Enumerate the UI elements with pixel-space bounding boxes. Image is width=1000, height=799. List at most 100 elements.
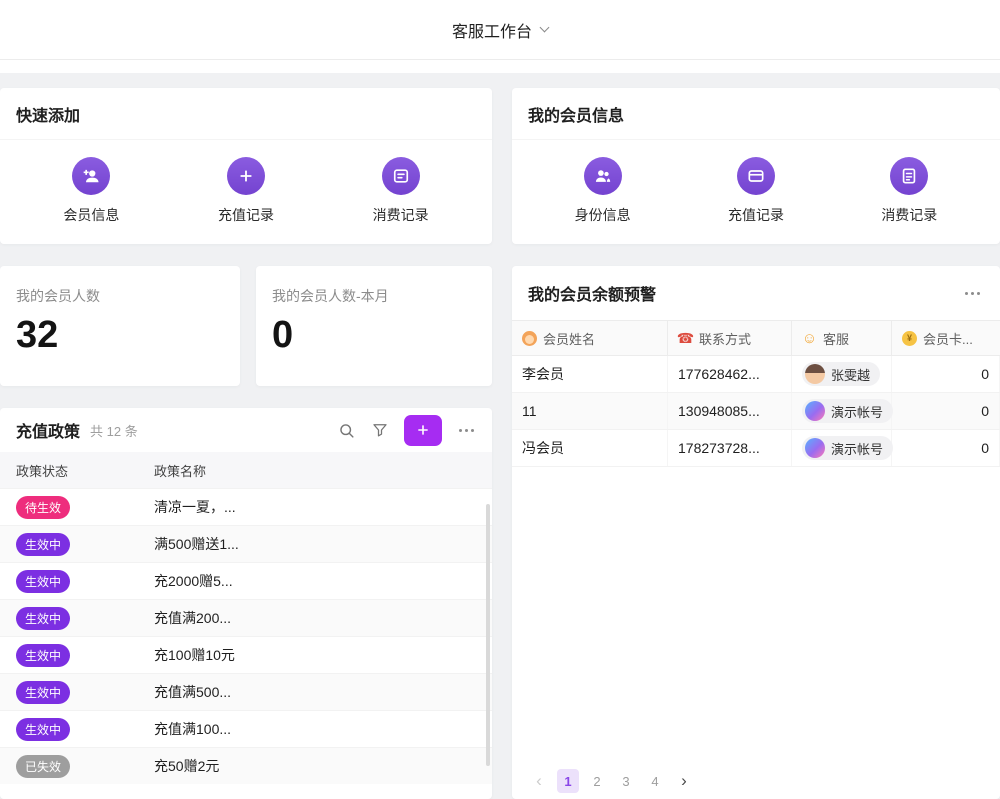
recharge-policy-card: 充值政策 共 12 条 [0,408,492,799]
status-badge: 待生效 [16,496,70,519]
column-header-contact[interactable]: ☎ 联系方式 [668,321,792,355]
balance-warning-card: 我的会员余额预警 会员姓名 ☎ 联系方式 ☺ 客服 ¥ 会员卡... 李会 [512,266,1000,799]
plus-icon [227,157,265,195]
column-header-agent[interactable]: ☺ 客服 [792,321,892,355]
avatar [805,438,825,458]
stat-card-member-count-month[interactable]: 我的会员人数-本月 0 [256,266,492,386]
action-label: 会员信息 [63,205,119,225]
status-badge: 已失效 [16,755,70,778]
member-name: 李会员 [512,356,668,392]
quick-add-member-info[interactable]: 会员信息 [31,157,151,225]
table-row[interactable]: 已失效 充50赠2元 [0,747,492,784]
column-label: 会员姓名 [543,329,595,348]
more-options-icon[interactable] [457,425,476,436]
agent-chip[interactable]: 演示帐号 [802,436,893,460]
balance-table-header: 会员姓名 ☎ 联系方式 ☺ 客服 ¥ 会员卡... [512,320,1000,356]
stat-label: 我的会员人数-本月 [256,266,492,306]
page-button-1[interactable]: 1 [557,769,579,793]
search-icon[interactable] [337,421,356,440]
smile-icon: ☺ [802,331,817,346]
balance-table-body: 李会员 177628462... 张雯越 0 11 130948085... 演… [512,356,1000,467]
identity-info-action[interactable]: 身份信息 [543,157,663,225]
table-row[interactable]: 生效中 充值满500... [0,673,492,710]
agent-cell: 演示帐号 [792,430,892,466]
stat-value: 0 [256,306,492,357]
action-label: 充值记录 [218,205,274,225]
policy-name: 充值满100... [154,719,492,739]
receipt-icon [382,157,420,195]
my-member-info-title: 我的会员信息 [512,88,1000,140]
vertical-scrollbar[interactable] [486,504,490,766]
table-row[interactable]: 11 130948085... 演示帐号 0 [512,393,1000,430]
status-badge: 生效中 [16,644,70,667]
policy-table-header: 政策状态 政策名称 [0,452,492,488]
quick-add-consume-record[interactable]: 消费记录 [341,157,461,225]
member-icon [522,331,537,346]
member-contact: 177628462... [668,356,792,392]
agent-chip[interactable]: 张雯越 [802,362,880,386]
filter-icon[interactable] [371,421,389,439]
column-label: 客服 [823,329,849,348]
status-badge: 生效中 [16,607,70,630]
member-name: 11 [512,393,668,429]
column-header-name[interactable]: 政策名称 [154,461,492,480]
table-row[interactable]: 生效中 充值满100... [0,710,492,747]
workbench-page: 客服工作台 快速添加 会员信息 [0,0,1000,799]
more-options-icon[interactable] [963,288,982,299]
recharge-record-action[interactable]: 充值记录 [696,157,816,225]
avatar [805,364,825,384]
status-badge: 生效中 [16,533,70,556]
quick-add-recharge-record[interactable]: 充值记录 [186,157,306,225]
column-header-status[interactable]: 政策状态 [0,461,154,480]
header-substrip [0,60,1000,73]
agent-cell: 演示帐号 [792,393,892,429]
next-page-button[interactable]: › [673,769,695,793]
record-count: 共 12 条 [90,421,138,440]
quick-add-card: 快速添加 会员信息 充值记录 [0,88,492,244]
policy-name: 充50赠2元 [154,756,492,776]
my-member-info-card: 我的会员信息 身份信息 [512,88,1000,244]
my-member-info-actions: 身份信息 充值记录 消费记录 [512,140,1000,242]
column-header-member-name[interactable]: 会员姓名 [512,321,668,355]
table-row[interactable]: 生效中 充2000赠5... [0,562,492,599]
agent-name: 演示帐号 [831,439,883,458]
quick-add-title: 快速添加 [0,88,492,140]
stat-label: 我的会员人数 [0,266,240,306]
people-icon [584,157,622,195]
member-contact: 130948085... [668,393,792,429]
consume-record-action[interactable]: 消费记录 [849,157,969,225]
page-button-4[interactable]: 4 [644,769,666,793]
agent-name: 张雯越 [831,365,870,384]
table-row[interactable]: 李会员 177628462... 张雯越 0 [512,356,1000,393]
prev-page-button[interactable]: ‹ [528,769,550,793]
column-label: 联系方式 [699,329,751,348]
balance-warning-header: 我的会员余额预警 [512,266,1000,320]
recharge-policy-title: 充值政策 [16,418,80,442]
stat-card-member-count[interactable]: 我的会员人数 32 [0,266,240,386]
policy-table-body: 待生效 清凉一夏，... 生效中 满500赠送1... 生效中 充2000赠5.… [0,488,492,784]
policy-name: 充值满200... [154,608,492,628]
column-header-card-balance[interactable]: ¥ 会员卡... [892,321,1000,355]
card-balance: 0 [892,393,1000,429]
agent-name: 演示帐号 [831,402,883,421]
page-button-3[interactable]: 3 [615,769,637,793]
table-row[interactable]: 生效中 充值满200... [0,599,492,636]
page-button-2[interactable]: 2 [586,769,608,793]
member-contact: 178273728... [668,430,792,466]
add-record-button[interactable] [404,415,442,446]
coin-icon: ¥ [902,331,917,346]
table-row[interactable]: 生效中 满500赠送1... [0,525,492,562]
workspace-switcher[interactable]: 客服工作台 [452,18,548,42]
policy-name: 充100赠10元 [154,645,492,665]
pagination: ‹ 1 2 3 4 › [528,769,695,793]
card-balance: 0 [892,356,1000,392]
agent-chip[interactable]: 演示帐号 [802,399,893,423]
table-row[interactable]: 待生效 清凉一夏，... [0,488,492,525]
status-badge: 生效中 [16,681,70,704]
user-plus-icon [72,157,110,195]
table-row[interactable]: 生效中 充100赠10元 [0,636,492,673]
action-label: 消费记录 [373,205,429,225]
status-badge: 生效中 [16,718,70,741]
table-row[interactable]: 冯会员 178273728... 演示帐号 0 [512,430,1000,467]
stat-value: 32 [0,306,240,357]
